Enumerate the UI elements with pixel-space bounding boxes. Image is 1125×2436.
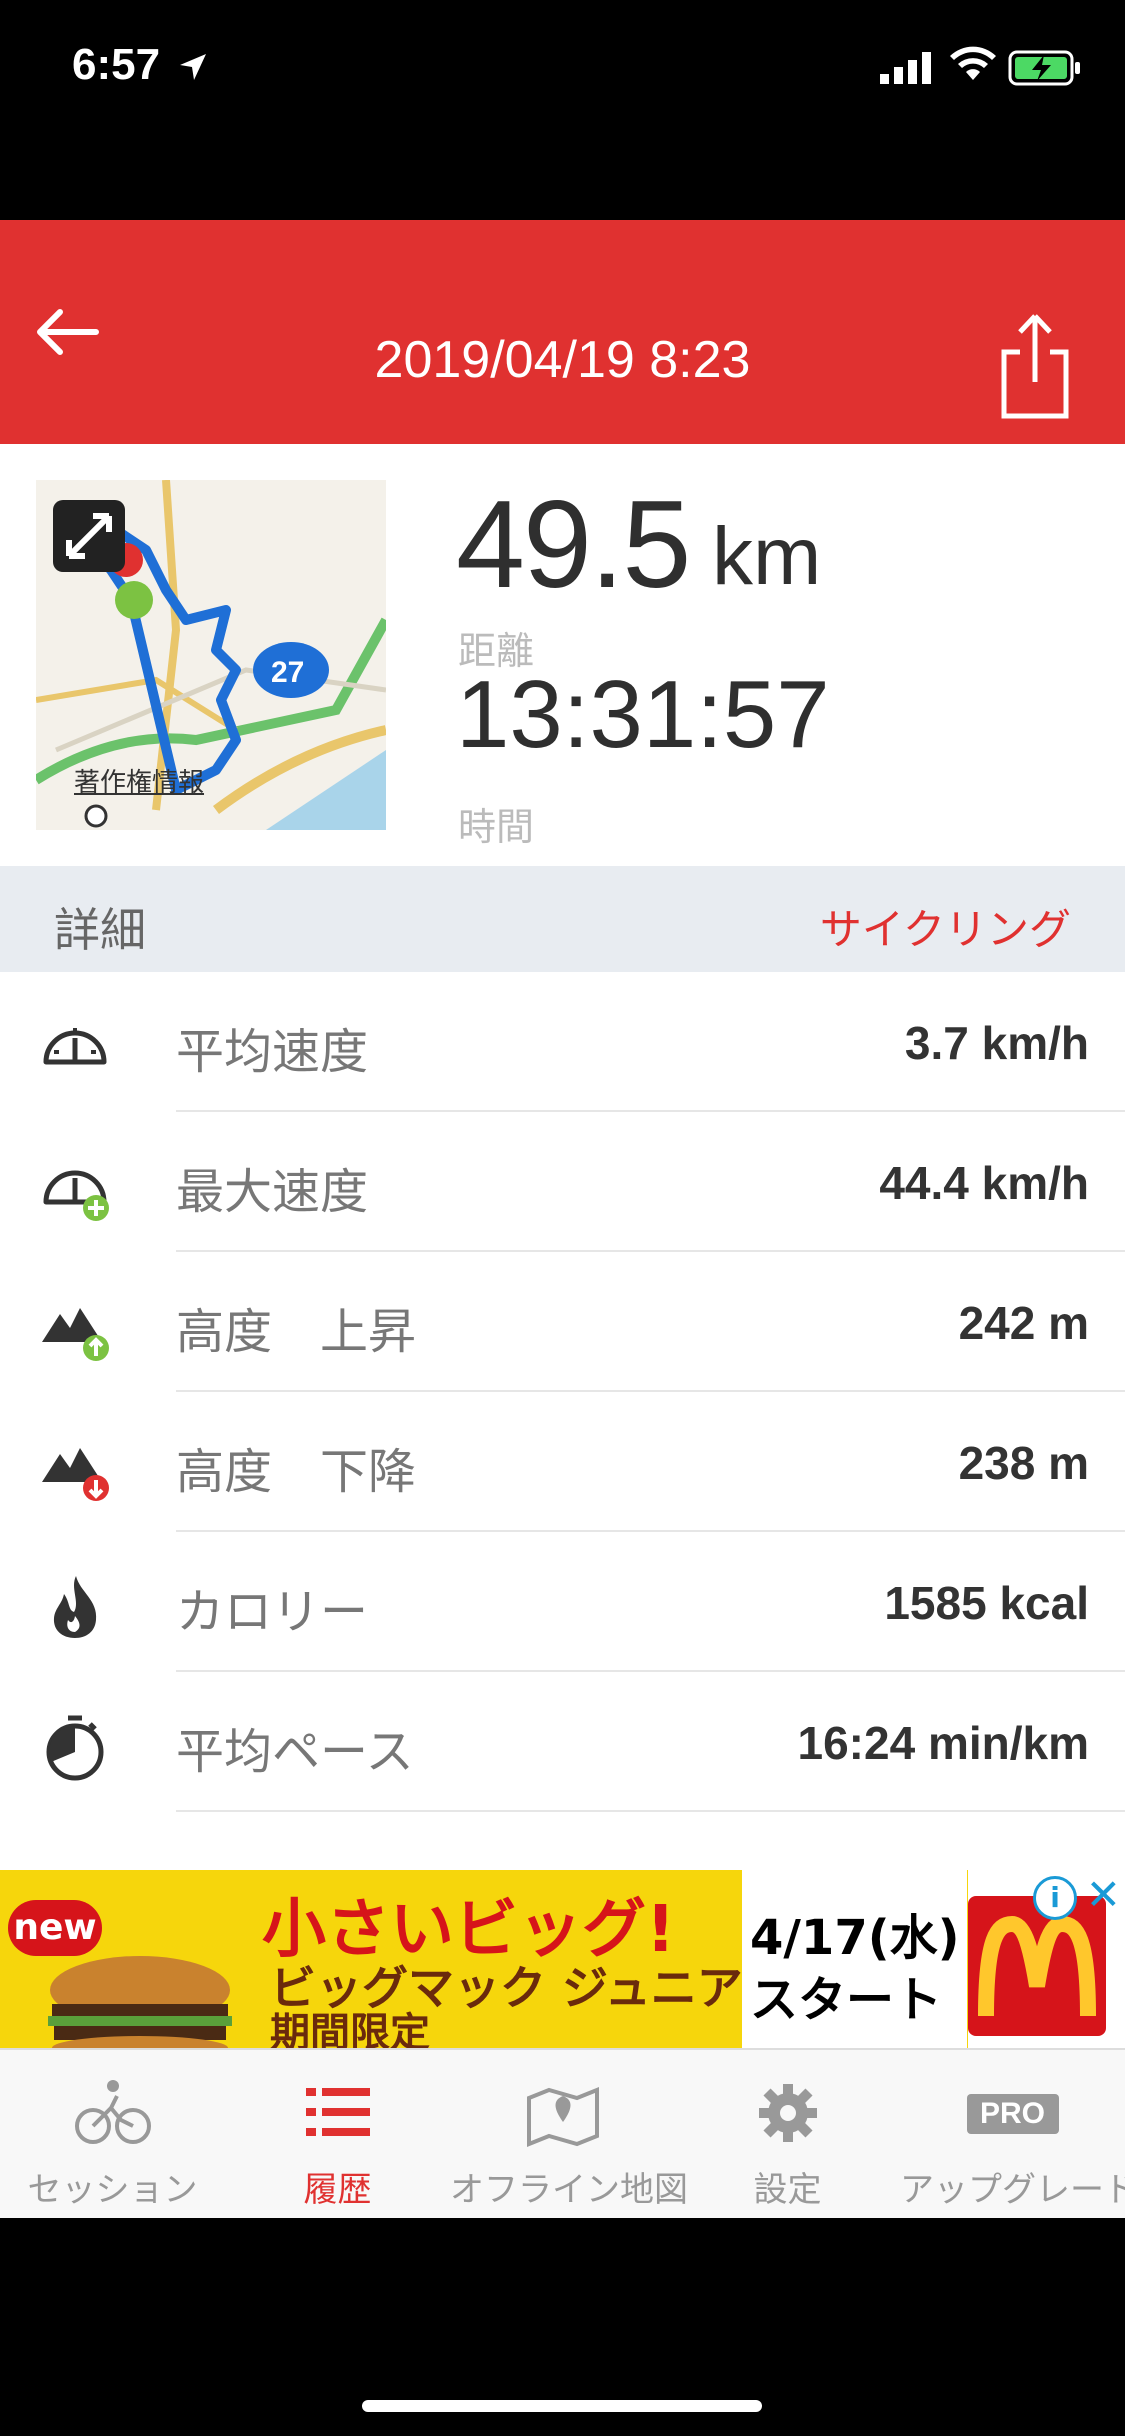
tab-label: 設定 bbox=[753, 2170, 822, 2210]
expand-icon[interactable] bbox=[53, 500, 125, 572]
wifi-icon bbox=[950, 46, 996, 86]
status-bar: 6:57 bbox=[0, 0, 1125, 140]
page-title: 2019/04/19 8:23 bbox=[374, 331, 751, 389]
tab-session[interactable]: セッション bbox=[0, 2050, 225, 2218]
tab-label: アップグレード bbox=[900, 2170, 1125, 2210]
tab-label: 履歴 bbox=[303, 2170, 372, 2210]
cycling-icon bbox=[73, 2078, 153, 2148]
ad-limited: 期間限定 bbox=[270, 2010, 430, 2048]
detail-row-avg-speed: 平均速度 3.7 km/h bbox=[0, 972, 1125, 1112]
detail-row-calories: カロリー 1585 kcal bbox=[0, 1532, 1125, 1672]
detail-value: 242 m bbox=[958, 1297, 1089, 1349]
distance-value: 49.5 bbox=[456, 476, 691, 614]
stopwatch-icon bbox=[40, 1712, 110, 1782]
ad-date-box: 4/17(水) スタート bbox=[742, 1870, 967, 2048]
home-indicator[interactable] bbox=[362, 2400, 762, 2412]
detail-value: 238 m bbox=[958, 1437, 1089, 1489]
details-section-header: 詳細 サイクリング bbox=[0, 866, 1125, 972]
tab-settings[interactable]: 設定 bbox=[675, 2050, 900, 2218]
map-copyright-link[interactable]: 著作権情報 bbox=[74, 762, 204, 799]
detail-value: 44.4 km/h bbox=[879, 1157, 1089, 1209]
detail-label: 平均速度 bbox=[176, 1024, 369, 1080]
detail-label: 最大速度 bbox=[176, 1164, 369, 1220]
list-icon bbox=[298, 2078, 378, 2148]
cellular-signal-icon bbox=[880, 52, 936, 88]
detail-label: 高度 上昇 bbox=[176, 1304, 417, 1360]
share-icon[interactable] bbox=[990, 312, 1080, 422]
new-badge: new bbox=[8, 1900, 102, 1956]
tab-offline-map[interactable]: オフライン地図 bbox=[450, 2050, 688, 2218]
details-label: 詳細 bbox=[54, 903, 146, 957]
duration-value: 13:31:57 bbox=[456, 661, 830, 768]
route-map[interactable]: 27 著作権情報 bbox=[36, 480, 386, 830]
ad-date: 4/17(水) bbox=[750, 1910, 960, 1966]
ad-info-icon[interactable]: i bbox=[1033, 1876, 1077, 1920]
app-screen: 2019/04/19 8:23 27 著作権情報 49.5 km 距離 13:3… bbox=[0, 220, 1125, 2218]
pro-badge-icon: PRO bbox=[966, 2078, 1059, 2148]
duration-label: 時間 bbox=[458, 805, 535, 849]
tab-label: セッション bbox=[27, 2170, 198, 2210]
gear-icon bbox=[748, 2078, 828, 2148]
route-shield-label: 27 bbox=[271, 656, 304, 689]
detail-label: 平均ペース bbox=[176, 1724, 414, 1780]
tab-history[interactable]: 履歴 bbox=[225, 2050, 450, 2218]
details-list: 平均速度 3.7 km/h 最大速度 44.4 km/h 高度 上昇 242 m… bbox=[0, 972, 1125, 1872]
activity-type[interactable]: サイクリング bbox=[820, 896, 1071, 957]
battery-charging-icon bbox=[1008, 50, 1082, 90]
tab-bar: セッション 履歴 オフライン地図 設定 PRO アップグレード bbox=[0, 2048, 1125, 2218]
location-arrow-icon bbox=[178, 52, 208, 86]
ad-banner[interactable]: new 小さいビッグ! ビッグマック ジュニア 期間限定 4/17(水) スター… bbox=[0, 1870, 1125, 2048]
tab-label: オフライン地図 bbox=[450, 2170, 688, 2210]
burger-image bbox=[40, 1950, 240, 2048]
elevation-up-icon bbox=[40, 1292, 110, 1362]
speedometer-icon bbox=[40, 1012, 110, 1082]
distance-unit: km bbox=[712, 511, 822, 602]
divider bbox=[176, 1810, 1125, 1812]
detail-value: 16:24 min/km bbox=[797, 1717, 1089, 1769]
detail-label: カロリー bbox=[176, 1584, 369, 1640]
ad-close-icon[interactable]: ✕ bbox=[1086, 1870, 1121, 1919]
detail-row-avg-pace: 平均ペース 16:24 min/km bbox=[0, 1672, 1125, 1812]
map-pin-icon bbox=[523, 2078, 603, 2148]
status-time: 6:57 bbox=[72, 40, 161, 89]
speedometer-plus-icon bbox=[40, 1152, 110, 1222]
ad-start: スタート bbox=[750, 1972, 943, 2028]
detail-value: 3.7 km/h bbox=[904, 1017, 1089, 1069]
header-bar: 2019/04/19 8:23 bbox=[0, 220, 1125, 444]
tab-upgrade[interactable]: PRO アップグレード bbox=[900, 2050, 1125, 2218]
pro-badge-text: PRO bbox=[966, 2094, 1059, 2134]
session-summary: 27 著作権情報 49.5 km 距離 13:31:57 時間 bbox=[0, 444, 1125, 849]
detail-row-descent: 高度 下降 238 m bbox=[0, 1392, 1125, 1532]
flame-icon bbox=[40, 1572, 110, 1642]
detail-value: 1585 kcal bbox=[884, 1577, 1089, 1629]
detail-label: 高度 下降 bbox=[176, 1444, 417, 1500]
elevation-down-icon bbox=[40, 1432, 110, 1502]
detail-row-ascent: 高度 上昇 242 m bbox=[0, 1252, 1125, 1392]
detail-row-max-speed: 最大速度 44.4 km/h bbox=[0, 1112, 1125, 1252]
